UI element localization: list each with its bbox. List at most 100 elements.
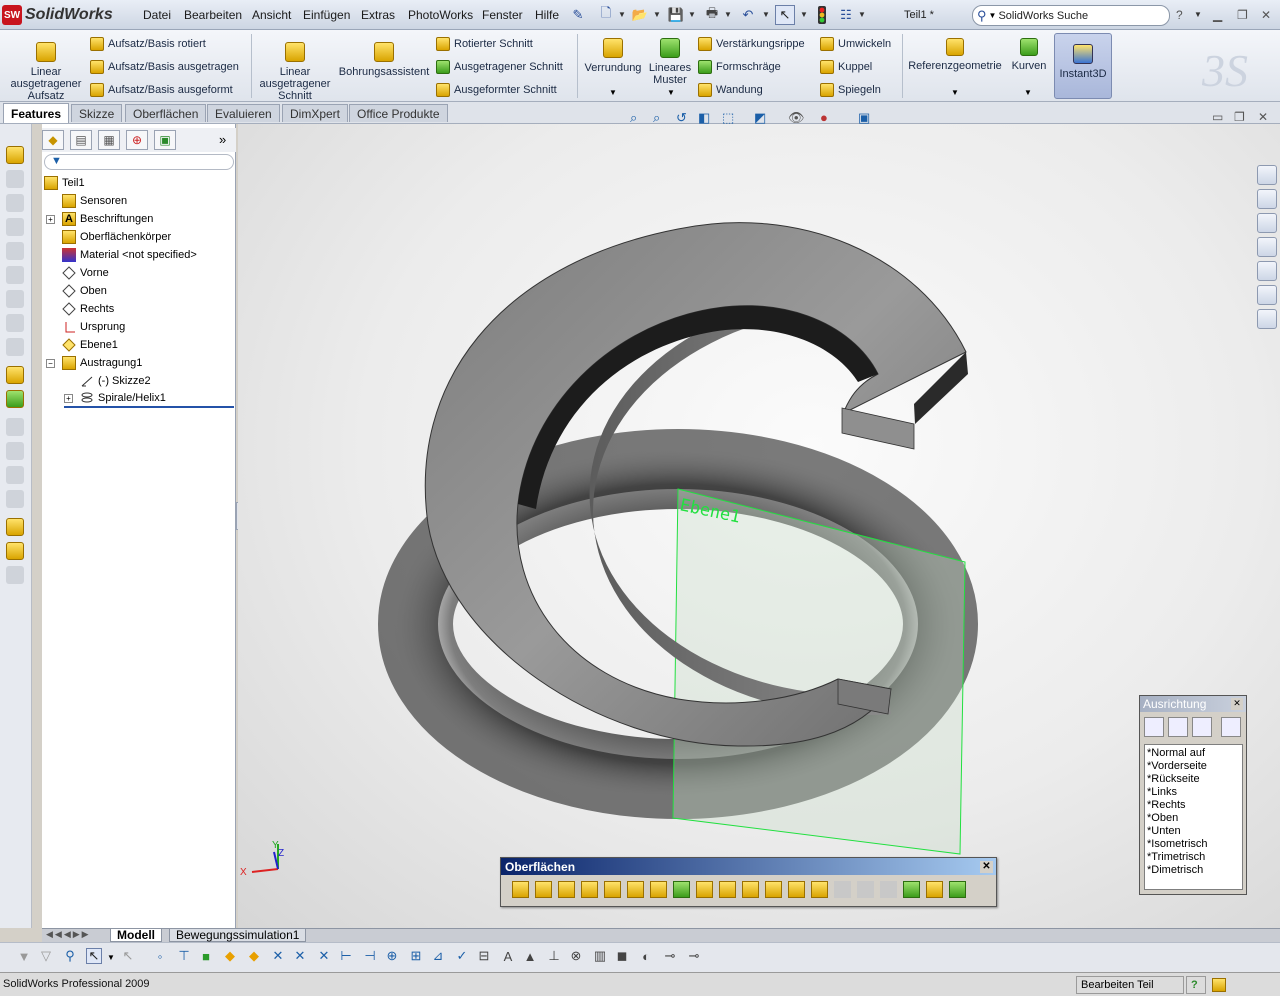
orientation-title-bar[interactable]: Ausrichtung ✕ — [1140, 696, 1246, 712]
tree-item-beschriftungen[interactable]: + A Beschriftungen — [46, 210, 246, 228]
sweep-icon[interactable] — [6, 194, 24, 212]
view-item-normal-auf[interactable]: *Normal auf — [1147, 747, 1240, 760]
previous-view-icon[interactable]: ↺ — [676, 110, 687, 126]
tree-item-rechts[interactable]: Rechts — [62, 300, 262, 318]
select-pointer-icon[interactable]: ↖ — [86, 948, 102, 964]
reference-geometry-button[interactable]: Referenzgeometrie — [906, 38, 1004, 72]
menu-ansicht[interactable]: Ansicht — [252, 8, 291, 22]
thicken-icon[interactable] — [811, 881, 828, 898]
options-icon[interactable]: ☷ — [836, 5, 856, 25]
filter-select-all-icon[interactable]: ⚲ — [62, 948, 78, 964]
filter-vertices-icon[interactable]: ◦ — [152, 948, 168, 964]
pin-icon[interactable]: ✎ — [568, 5, 588, 25]
custom-properties-icon[interactable] — [1257, 309, 1277, 329]
filter-axes-icon[interactable]: ✕ — [270, 948, 286, 964]
reference-plane-icon[interactable] — [926, 881, 943, 898]
split-icon[interactable] — [6, 442, 24, 460]
new-view-icon[interactable] — [1144, 717, 1164, 737]
deform-icon[interactable] — [6, 542, 24, 560]
edit-appearance-icon[interactable]: ● — [820, 110, 828, 125]
tree-item-ebene1[interactable]: Ebene1 — [62, 336, 262, 354]
menu-hilfe[interactable]: Hilfe — [535, 8, 559, 22]
zoom-to-fit-icon[interactable]: ⌕ — [630, 110, 637, 126]
loft-icon[interactable] — [6, 218, 24, 236]
tree-item-ursprung[interactable]: Ursprung — [62, 318, 262, 336]
knit-surface-icon[interactable] — [719, 881, 736, 898]
search-box[interactable]: ⚲ ▼ SolidWorks Suche — [972, 5, 1170, 26]
fillet-icon[interactable] — [6, 266, 24, 284]
offset-surface-icon[interactable] — [673, 881, 690, 898]
lofted-boss-button[interactable]: Aufsatz/Basis ausgeformt — [90, 81, 233, 99]
feature-tree-tab[interactable]: ◆ — [42, 130, 64, 150]
filter-clear-icon[interactable]: ▽ — [38, 948, 54, 964]
menu-photoworks[interactable]: PhotoWorks — [408, 8, 473, 22]
view-item-vorderseite[interactable]: *Vorderseite — [1147, 760, 1240, 773]
view-item-rueckseite[interactable]: *Rückseite — [1147, 773, 1240, 786]
file-explorer-icon[interactable] — [1257, 213, 1277, 233]
expand-panel-icon[interactable]: » — [219, 132, 226, 147]
display-manager-tab[interactable]: ▣ — [154, 130, 176, 150]
linear-boss-button[interactable]: Linear ausgetragener Aufsatz — [6, 42, 86, 102]
display-style-icon[interactable]: ◩ — [754, 110, 766, 126]
viewport-restore-icon[interactable]: ❐ — [1234, 110, 1245, 124]
chevron-down-icon[interactable]: ▼ — [653, 10, 661, 19]
tab-bewegungssimulation1[interactable]: Bewegungssimulation1 — [169, 928, 307, 942]
status-tags-icon[interactable] — [1208, 976, 1278, 994]
move-face-icon[interactable] — [6, 418, 24, 436]
scale-icon[interactable] — [6, 518, 24, 536]
lofted-cut-button[interactable]: Ausgeformter Schnitt — [436, 81, 557, 99]
chevron-down-icon[interactable]: ▼ — [724, 10, 732, 19]
dome-button[interactable]: Kuppel — [820, 58, 872, 76]
tab-oberflaechen[interactable]: Oberflächen — [125, 104, 207, 122]
menu-fenster[interactable]: Fenster — [482, 8, 523, 22]
mirror-button[interactable]: Spiegeln — [820, 81, 881, 99]
hole-wizard-button[interactable]: Bohrungsassistent — [339, 42, 429, 78]
tree-item-spirale-helix1[interactable]: + Spirale/Helix1 — [64, 390, 234, 408]
filter-routing-points-icon[interactable]: ⊸ — [686, 948, 702, 964]
print-icon[interactable]: 🖶 — [702, 5, 722, 25]
untrim-surface-icon[interactable] — [788, 881, 805, 898]
boss-icon[interactable] — [6, 366, 24, 384]
viewport-minimize-icon[interactable]: ▭ — [1212, 110, 1223, 124]
filter-midpoints-icon[interactable]: ⊣ — [362, 948, 378, 964]
filter-surface-bodies-icon[interactable]: ◆ — [222, 948, 238, 964]
search-input[interactable]: SolidWorks Suche — [998, 10, 1088, 22]
open-folder-icon[interactable]: 📂 — [630, 5, 650, 25]
fill-surface-icon[interactable] — [627, 881, 644, 898]
view-item-unten[interactable]: *Unten — [1147, 825, 1240, 838]
design-library-icon[interactable] — [1257, 189, 1277, 209]
curve-icon[interactable] — [949, 881, 966, 898]
filter-surface-finish-icon[interactable]: ✓ — [454, 948, 470, 964]
tab-evaluieren[interactable]: Evaluieren — [207, 104, 280, 122]
combine-icon[interactable] — [6, 466, 24, 484]
property-manager-tab[interactable]: ▤ — [70, 130, 92, 150]
filter-sketch-segments-icon[interactable]: ⊢ — [338, 948, 354, 964]
draft-button[interactable]: Formschräge — [698, 58, 781, 76]
view-palette-icon[interactable] — [1257, 261, 1277, 281]
chamfer-icon[interactable] — [6, 290, 24, 308]
tab-dimxpert[interactable]: DimXpert — [282, 104, 349, 122]
tree-item-austragung1[interactable]: − Austragung1 — [46, 354, 246, 372]
menu-bearbeiten[interactable]: Bearbeiten — [184, 8, 242, 22]
menu-einfuegen[interactable]: Einfügen — [303, 8, 350, 22]
cut-icon[interactable] — [6, 242, 24, 260]
extrude-icon[interactable] — [6, 146, 24, 164]
filter-datum-targets-icon[interactable]: ⊗ — [568, 948, 584, 964]
swept-boss-button[interactable]: Aufsatz/Basis ausgetragen — [90, 58, 239, 76]
tree-item-oben[interactable]: Oben — [62, 282, 262, 300]
new-document-icon[interactable]: 🗋 — [596, 5, 616, 25]
update-view-icon[interactable] — [1168, 717, 1188, 737]
chevron-down-icon[interactable]: ▼ — [618, 10, 626, 19]
chevron-down-icon[interactable]: ▼ — [1024, 88, 1032, 97]
fillet-button[interactable]: Verrundung — [582, 38, 644, 74]
chevron-down-icon[interactable]: ▼ — [762, 10, 770, 19]
collapse-minus-icon[interactable]: − — [46, 358, 55, 368]
tree-item-sensoren[interactable]: Sensoren — [62, 192, 262, 210]
box-select-icon[interactable]: ↖ — [120, 948, 136, 964]
close-icon[interactable]: ✕ — [1261, 8, 1271, 22]
tab-scroll-arrows-icon[interactable]: ◀◀◀▶▶ — [46, 929, 91, 940]
revolve-icon[interactable] — [6, 170, 24, 188]
minimize-icon[interactable]: ▁ — [1213, 8, 1222, 22]
expand-plus-icon[interactable]: + — [46, 214, 55, 224]
extend-surface-icon[interactable] — [742, 881, 759, 898]
